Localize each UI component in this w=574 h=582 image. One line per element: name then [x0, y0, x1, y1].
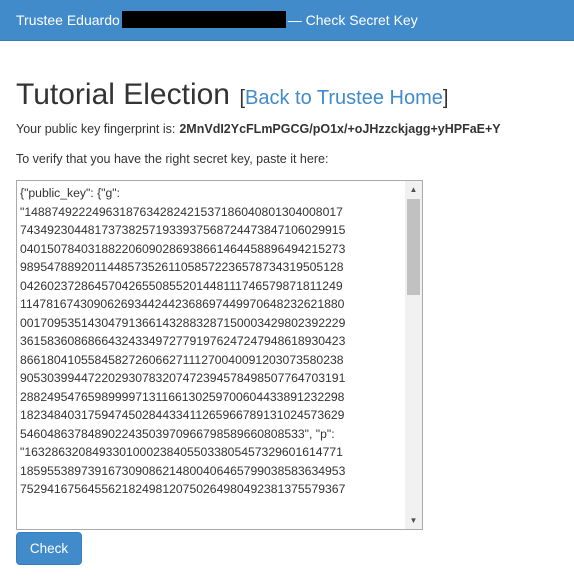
secret-key-line: 8661804105584582726066271112700400912030…	[20, 352, 344, 367]
secret-key-line: 9895478892011448573526110585722365787343…	[20, 260, 344, 274]
secret-key-line: 1823484031759474502844334112659667891310…	[20, 408, 345, 422]
fingerprint-label: Your public key fingerprint is:	[16, 122, 176, 136]
secret-key-text[interactable]: {"public_key": {"g": "1488749222496318763…	[20, 184, 406, 499]
secret-key-line: 0426023728645704265508552014481117465798…	[20, 278, 343, 293]
redacted-block	[121, 11, 286, 29]
fingerprint-value: 2MnVdI2YcFLmPGCG/pO1x/+oJHzzckjagg+yHPFa…	[179, 122, 501, 136]
header-suffix: — Check Secret Key	[287, 12, 418, 28]
textarea-scrollbar[interactable]: ▲ ▼	[405, 181, 422, 529]
secret-key-line: 1859553897391673090862148004064657990385…	[20, 463, 346, 478]
check-button[interactable]: Check	[16, 532, 82, 565]
secret-key-textarea[interactable]: {"public_key": {"g": "1488749222496318763…	[16, 180, 423, 530]
secret-key-line: 0017095351430479136614328832871500034298…	[20, 315, 346, 330]
title-row: Tutorial Election [Back to Trustee Home]	[16, 78, 448, 112]
secret-key-line: 2882495476598999971311661302597006044338…	[20, 389, 345, 404]
secret-key-line: 3615836086866432433497277919762472479486…	[20, 334, 346, 348]
secret-key-line: "148874922249631876342824215371860408013…	[20, 204, 343, 219]
header-prefix: Trustee Eduardo	[16, 12, 120, 28]
instruction-text: To verify that you have the right secret…	[16, 152, 329, 166]
back-to-trustee-home-link[interactable]: Back to Trustee Home	[245, 87, 443, 109]
page-title: Tutorial Election	[16, 78, 230, 111]
secret-key-line: {"public_key": {"g":	[20, 186, 120, 200]
scroll-up-arrow-icon[interactable]: ▲	[405, 181, 422, 198]
bracket-close: ]	[442, 87, 449, 109]
back-link-wrapper: [Back to Trustee Home]	[239, 87, 448, 109]
secret-key-line: 5460486378489022435039709667985896608085…	[20, 426, 335, 441]
scroll-down-arrow-icon[interactable]: ▼	[405, 512, 422, 529]
scroll-thumb[interactable]	[407, 199, 420, 295]
top-header-bar: Trustee Eduardo — Check Secret Key	[0, 0, 574, 41]
secret-key-line: 0401507840318822060902869386614644588964…	[20, 241, 346, 256]
secret-key-line: 1147816743090626934424423686974499706482…	[20, 297, 345, 311]
secret-key-line: 9053039944722029307832074723945784985077…	[20, 371, 346, 385]
secret-key-line: "163286320849330100023840550338054573296…	[20, 445, 343, 459]
fingerprint-row: Your public key fingerprint is: 2MnVdI2Yc…	[16, 122, 501, 136]
secret-key-line: 7434923044817373825719339375687244738471…	[20, 223, 346, 237]
secret-key-line: 7529416756455621824981207502649804923813…	[20, 482, 346, 496]
